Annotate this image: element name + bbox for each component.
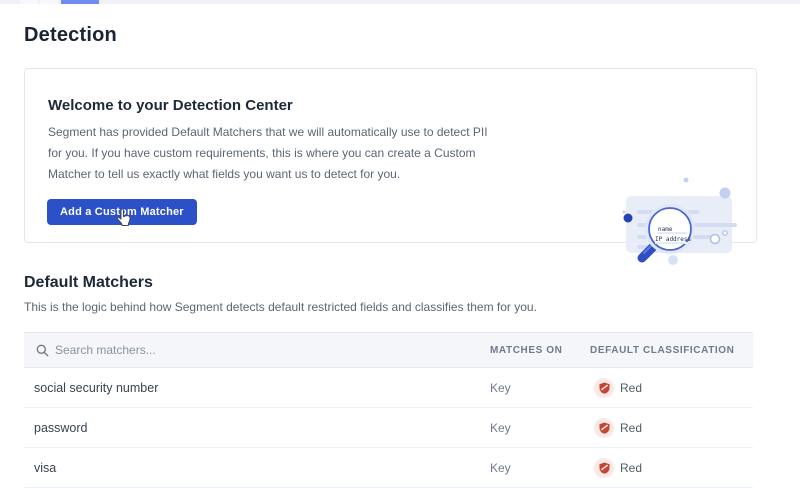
classification-label: Red: [620, 381, 642, 395]
matchers-table-header: MATCHES ON DEFAULT CLASSIFICATION: [24, 332, 753, 368]
red-shield-icon: [599, 462, 610, 474]
matcher-name: password: [24, 421, 490, 435]
detection-illustration: name IP address: [595, 157, 765, 282]
inactive-tab-edge: [20, 0, 38, 4]
active-tab-indicator[interactable]: [61, 0, 99, 4]
search-matchers-cell: [24, 343, 490, 357]
mouse-cursor-pointer: [116, 209, 131, 227]
matcher-name: visa: [24, 461, 490, 475]
classification-label: Red: [620, 421, 642, 435]
matcher-name: social security number: [24, 381, 490, 395]
inactive-tab-edge: [40, 0, 58, 4]
red-shield-icon: [599, 422, 610, 434]
description-line: Segment has provided Default Matchers th…: [48, 122, 488, 143]
description-line: for you. If you have custom requirements…: [48, 143, 488, 164]
table-row-visa[interactable]: visa Key Red: [24, 448, 753, 488]
welcome-card-description: Segment has provided Default Matchers th…: [48, 122, 488, 185]
welcome-card: Welcome to your Detection Center Segment…: [24, 68, 757, 243]
table-row-password[interactable]: password Key Red: [24, 408, 753, 448]
red-classification-badge: [594, 418, 614, 438]
default-matchers-description: This is the logic behind how Segment det…: [24, 300, 537, 314]
matches-on-value: Key: [490, 421, 590, 435]
matches-on-value: Key: [490, 381, 590, 395]
matches-on-value: Key: [490, 461, 590, 475]
classification-cell: Red: [590, 418, 753, 438]
classification-cell: Red: [590, 378, 753, 398]
column-header-matches-on: MATCHES ON: [490, 345, 590, 356]
top-tabs-strip: [0, 0, 800, 4]
red-shield-icon: [599, 382, 610, 394]
classification-label: Red: [620, 461, 642, 475]
search-matchers-input[interactable]: [55, 343, 375, 357]
welcome-card-title: Welcome to your Detection Center: [48, 97, 293, 114]
description-line: Matcher to tell us exactly what fields y…: [48, 164, 488, 185]
column-header-default-classification: DEFAULT CLASSIFICATION: [590, 345, 753, 356]
illustration-label-name: name: [658, 226, 673, 233]
search-icon: [36, 344, 49, 357]
red-classification-badge: [594, 378, 614, 398]
illustration-label-ip-address: IP address: [655, 236, 692, 243]
matchers-table: MATCHES ON DEFAULT CLASSIFICATION social…: [24, 332, 753, 488]
page-title: Detection: [24, 24, 117, 47]
detection-page: { "theme": { "accent_blue": "#2B50C7", "…: [0, 0, 800, 475]
default-matchers-heading: Default Matchers: [24, 274, 153, 292]
table-row-social-security-number[interactable]: social security number Key Red: [24, 368, 753, 408]
